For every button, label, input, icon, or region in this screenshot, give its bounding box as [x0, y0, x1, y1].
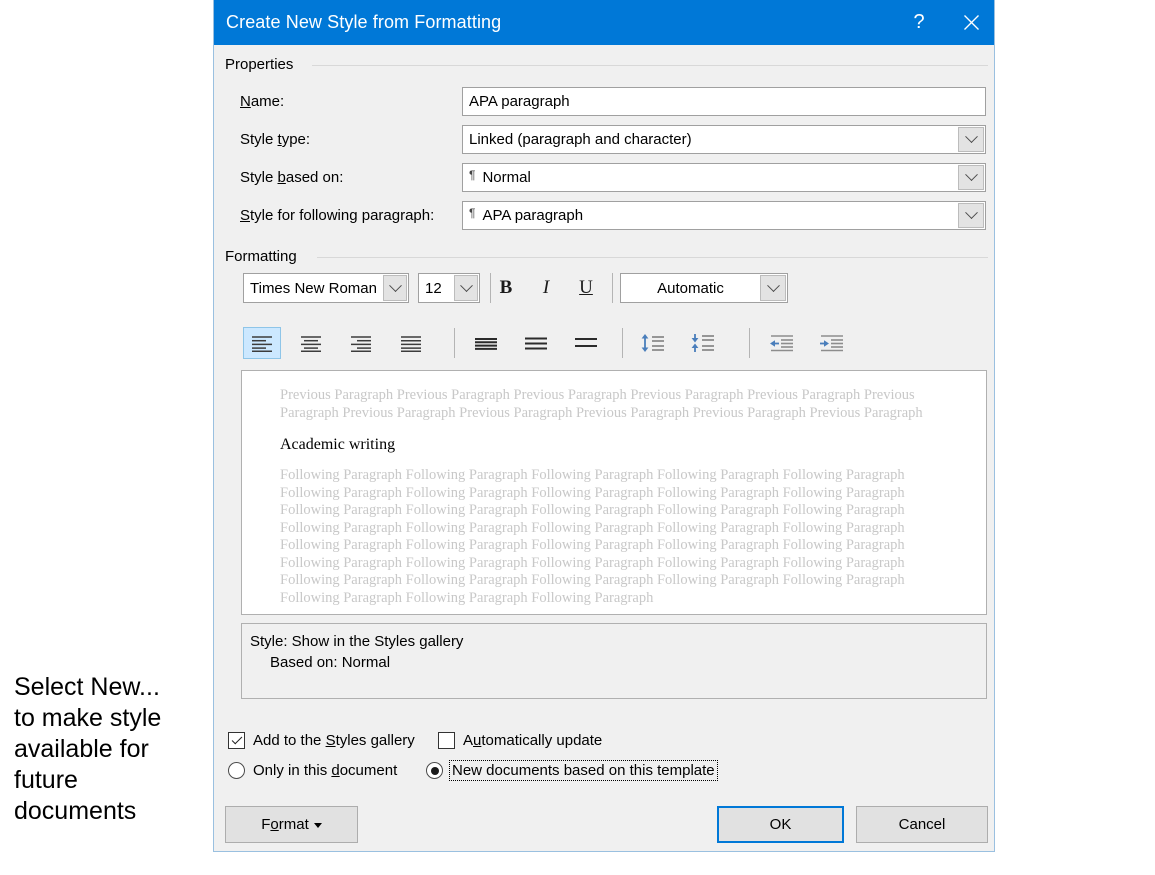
font-color-dropdown[interactable]: Automatic [620, 273, 788, 303]
new-documents-based-on-template-label: New documents based on this template [449, 760, 718, 781]
align-justify-button[interactable] [392, 327, 430, 359]
checkbox-checked-icon[interactable] [228, 732, 245, 749]
pilcrow-icon: ¶ [469, 207, 476, 220]
decrease-indent-icon [770, 335, 793, 352]
style-based-on-value: ¶ Normal [469, 169, 531, 186]
radio-unselected-icon[interactable] [228, 762, 245, 779]
automatically-update-checkbox[interactable]: Automatically update [438, 732, 602, 749]
add-to-styles-gallery-checkbox[interactable]: Add to the Styles gallery [228, 732, 415, 749]
font-family-dropdown[interactable]: Times New Roman [243, 273, 409, 303]
style-type-value: Linked (paragraph and character) [469, 131, 692, 148]
line-spacing-double-button[interactable] [567, 327, 605, 359]
ok-button[interactable]: OK [717, 806, 844, 843]
decrease-paragraph-spacing-button[interactable] [633, 327, 673, 359]
increase-indent-button[interactable] [812, 327, 852, 359]
style-following-paragraph-value: ¶ APA paragraph [469, 207, 584, 224]
chevron-down-icon[interactable] [454, 275, 478, 301]
checkbox-unchecked-icon[interactable] [438, 732, 455, 749]
properties-group-divider [312, 65, 988, 66]
format-button[interactable]: Format [225, 806, 358, 843]
caret-down-icon [313, 823, 322, 828]
toolbar-separator [612, 273, 613, 303]
bold-button[interactable]: B [486, 273, 526, 303]
create-new-style-dialog: Create New Style from Formatting ? Prope… [213, 0, 995, 852]
line-spacing-1-5-button[interactable] [517, 327, 555, 359]
style-name-input[interactable]: APA paragraph [462, 87, 986, 116]
increase-paragraph-spacing-button[interactable] [683, 327, 723, 359]
properties-group-label: Properties [225, 56, 301, 73]
increase-paragraph-spacing-icon [691, 334, 714, 352]
formatting-group-label: Formatting [225, 248, 304, 265]
automatically-update-label: Automatically update [463, 732, 603, 749]
only-in-this-document-radio[interactable]: Only in this document [228, 762, 397, 779]
format-button-label: Format [261, 816, 309, 833]
dialog-title: Create New Style from Formatting [226, 12, 502, 32]
style-preview-pane: Previous Paragraph Previous Paragraph Pr… [241, 370, 987, 615]
new-documents-based-on-template-radio[interactable]: New documents based on this template [426, 760, 718, 781]
annotation-note: Select New... to make style available fo… [14, 673, 162, 825]
line-spacing-single-icon [475, 338, 497, 350]
font-size-value: 12 [425, 279, 442, 297]
style-type-label: Style type: [240, 131, 311, 148]
align-center-icon [301, 335, 321, 352]
line-spacing-single-button[interactable] [467, 327, 505, 359]
chevron-down-icon[interactable] [958, 127, 984, 152]
description-line-2: Based on: Normal [270, 654, 391, 671]
dialog-titlebar: Create New Style from Formatting ? [214, 0, 994, 45]
align-left-button[interactable] [243, 327, 281, 359]
align-center-button[interactable] [292, 327, 330, 359]
style-type-dropdown[interactable]: Linked (paragraph and character) [462, 125, 986, 154]
toolbar-separator [454, 328, 455, 358]
toolbar-separator [622, 328, 623, 358]
radio-selected-icon[interactable] [426, 762, 443, 779]
underline-button[interactable]: U [566, 273, 606, 303]
increase-indent-icon [820, 335, 843, 352]
italic-button[interactable]: I [526, 273, 566, 303]
chevron-down-icon[interactable] [760, 275, 786, 301]
font-size-dropdown[interactable]: 12 [418, 273, 480, 303]
chevron-down-icon[interactable] [958, 203, 984, 228]
decrease-indent-button[interactable] [762, 327, 802, 359]
style-following-paragraph-label: Style for following paragraph: [240, 207, 435, 224]
toolbar-separator [749, 328, 750, 358]
style-based-on-dropdown[interactable]: ¶ Normal [462, 163, 986, 192]
add-to-styles-gallery-label: Add to the Styles gallery [253, 732, 415, 749]
only-in-this-document-label: Only in this document [253, 762, 398, 779]
preview-following-paragraph: Following Paragraph Following Paragraph … [280, 467, 905, 606]
style-following-paragraph-dropdown[interactable]: ¶ APA paragraph [462, 201, 986, 230]
align-justify-icon [401, 335, 421, 352]
font-family-value: Times New Roman [250, 279, 377, 297]
preview-previous-paragraph: Previous Paragraph Previous Paragraph Pr… [280, 387, 923, 421]
font-color-value: Automatic [657, 279, 724, 297]
decrease-paragraph-spacing-icon [641, 334, 664, 352]
chevron-down-icon[interactable] [383, 275, 407, 301]
line-spacing-1-5-icon [525, 337, 547, 350]
chevron-down-icon[interactable] [958, 165, 984, 190]
style-based-on-label: Style based on: [240, 169, 344, 186]
close-icon[interactable] [948, 0, 994, 45]
formatting-group-divider [317, 257, 988, 258]
align-right-button[interactable] [342, 327, 380, 359]
cancel-button[interactable]: Cancel [856, 806, 988, 843]
preview-sample-text: Academic writing [280, 436, 396, 453]
description-line-1: Style: Show in the Styles gallery [250, 633, 464, 650]
style-description-box: Style: Show in the Styles gallery Based … [241, 623, 987, 699]
align-left-icon [252, 335, 272, 352]
pilcrow-icon: ¶ [469, 169, 476, 182]
line-spacing-double-icon [575, 338, 597, 347]
help-icon[interactable]: ? [896, 0, 942, 45]
name-label: Name: [240, 93, 285, 110]
align-right-icon [351, 335, 371, 352]
